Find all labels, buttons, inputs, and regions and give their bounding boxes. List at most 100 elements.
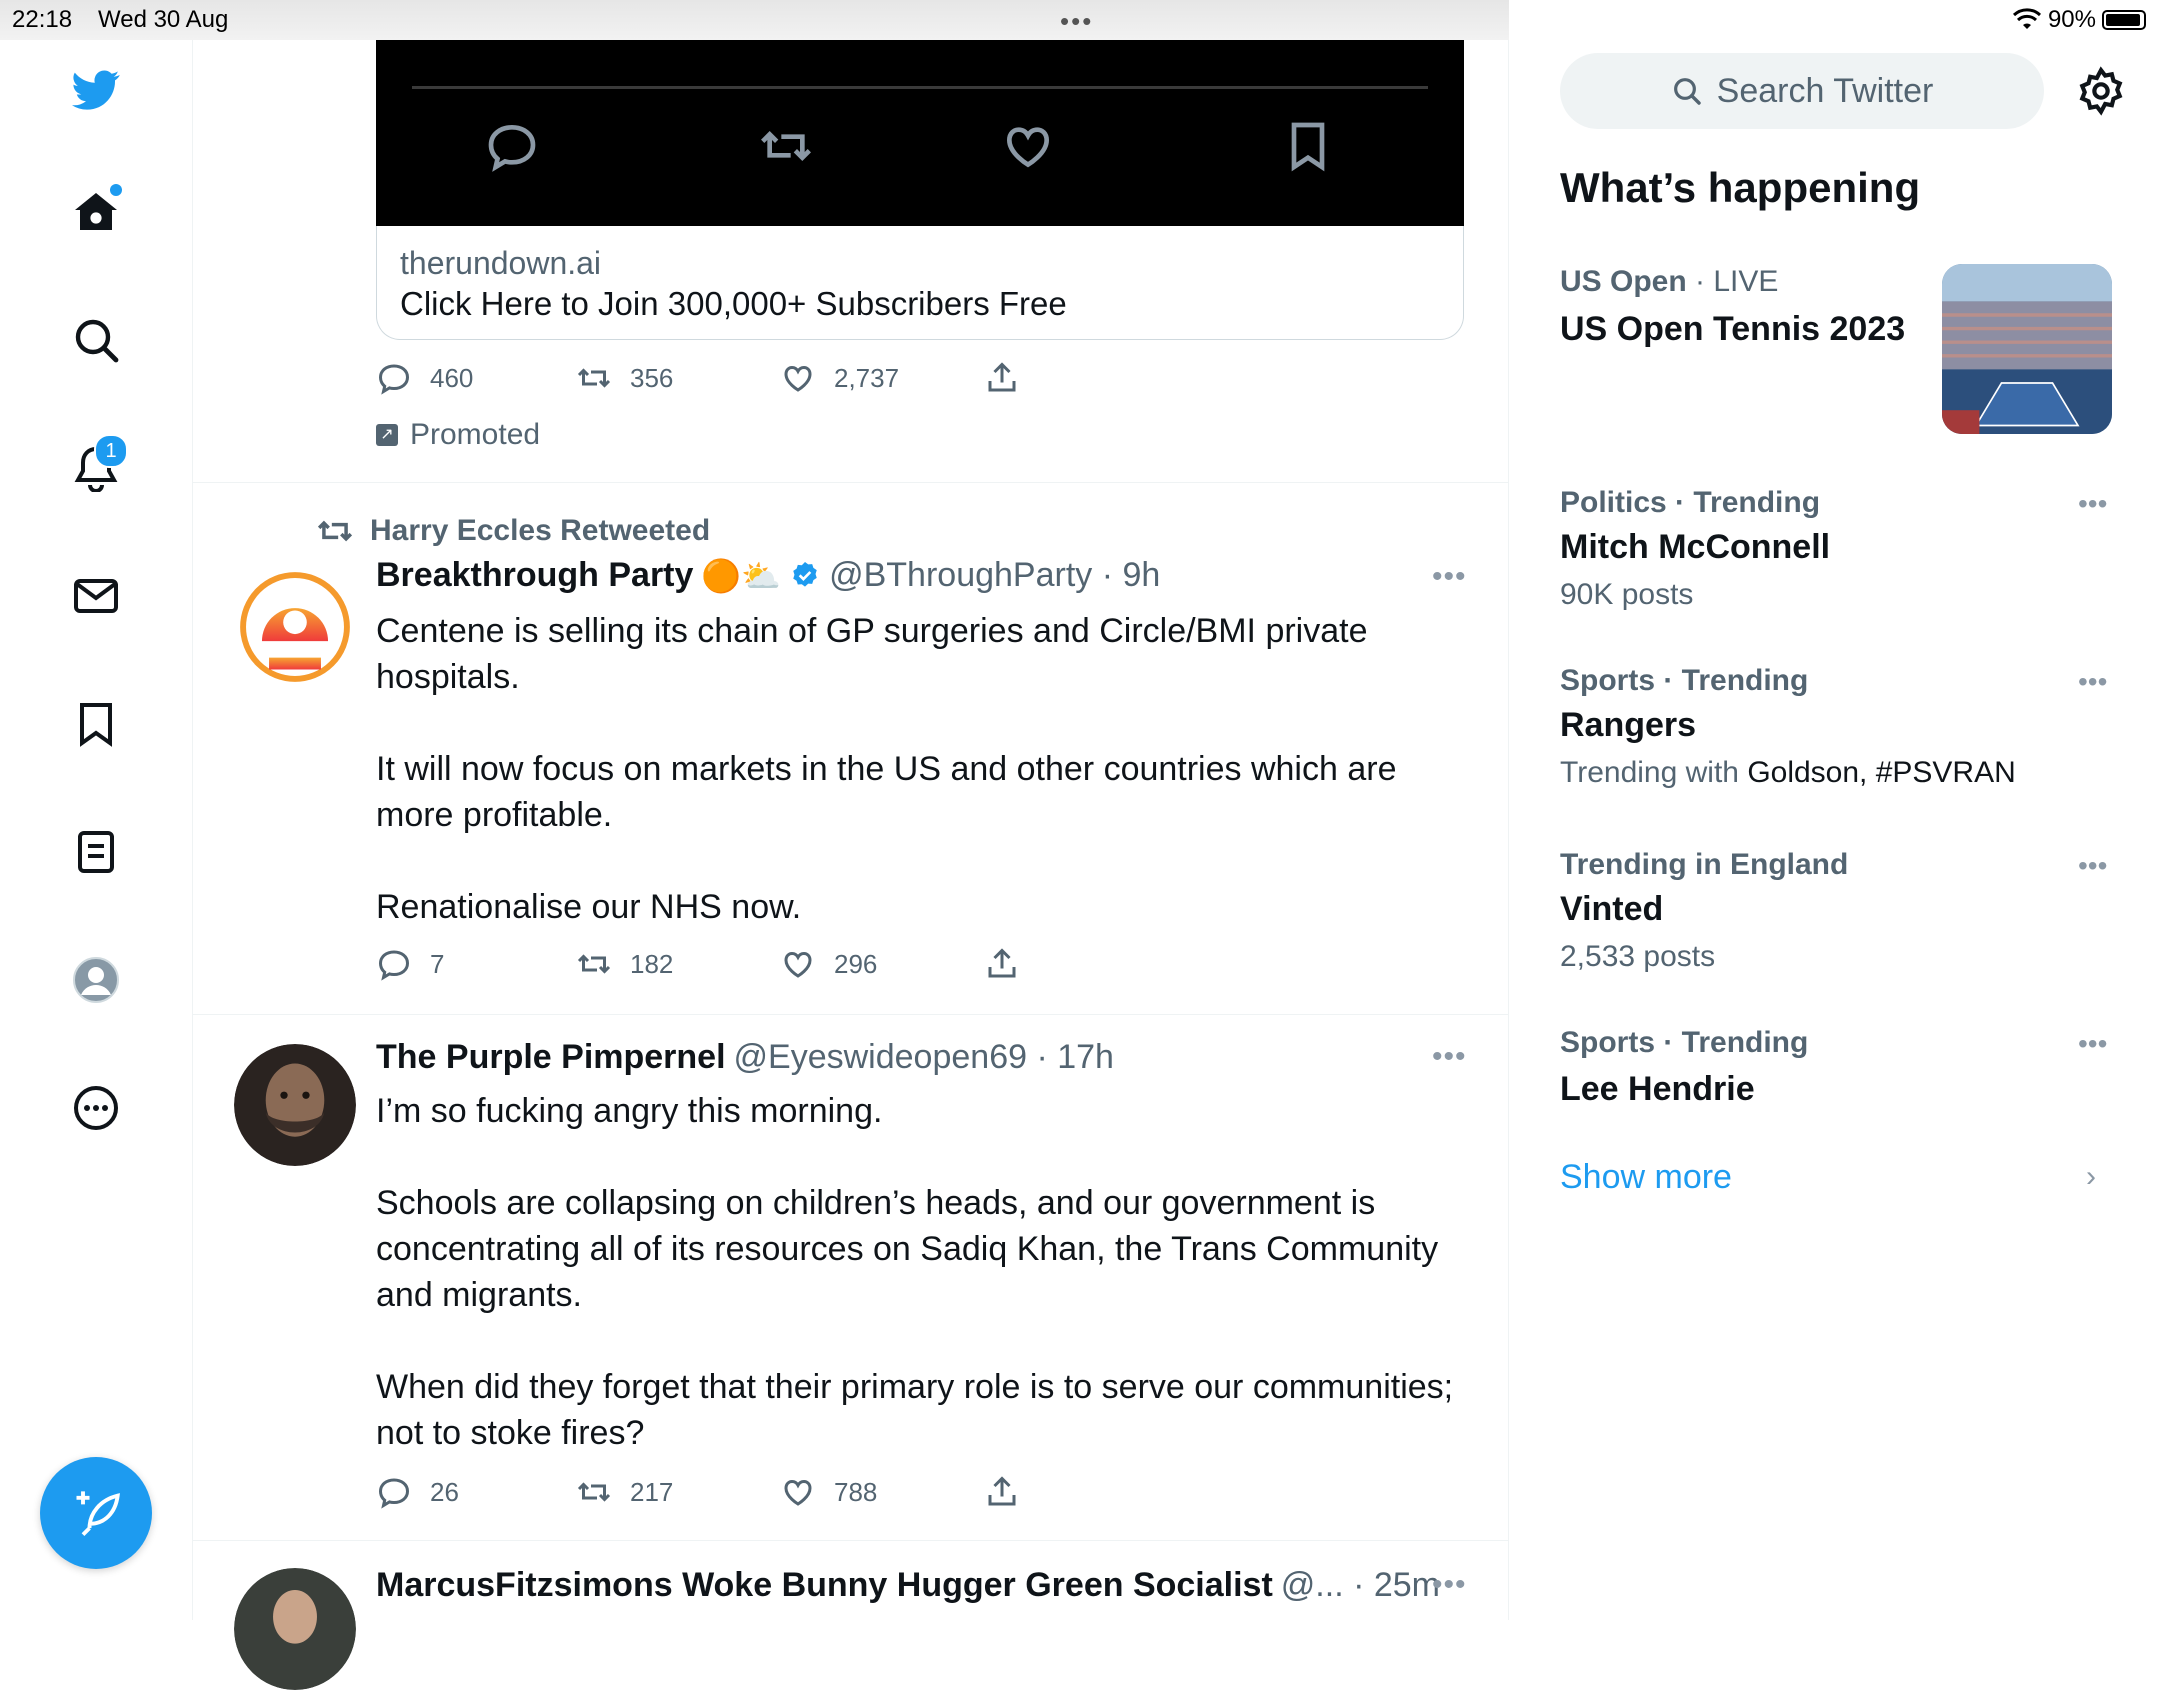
nav-explore[interactable] [60,304,132,376]
tweet-header: The Purple Pimpernel @Eyeswideopen69 · 1… [376,1038,1114,1077]
like-count: 2,737 [834,362,900,393]
share-button[interactable] [984,360,1020,396]
share-button[interactable] [984,946,1020,982]
nav-messages[interactable] [60,560,132,632]
trend-more-button[interactable]: ••• [2078,488,2107,520]
status-date: Wed 30 Aug [98,6,229,33]
sidebar-nav: 1 [0,40,192,1620]
sidebar-divider [1508,40,1509,1620]
compose-tweet-button[interactable] [40,1457,152,1569]
name-emojis: 🟠⛅ [701,557,782,594]
media-retweet-icon [761,131,811,161]
profile-avatar-icon [73,957,119,1003]
promoted-label: ↗ Promoted [376,418,540,452]
avatar[interactable] [234,1568,356,1690]
chevron-right-icon[interactable]: › [2086,1160,2096,1194]
like-button[interactable]: 2,737 [780,360,899,396]
status-indicators: 90% [2012,6,2146,34]
like-button[interactable]: 296 [780,946,877,982]
us-open-thumbnail[interactable] [1942,264,2112,434]
trend-live: · LIVE [1686,265,1779,298]
author-handle-time[interactable]: @BThroughParty · 9h [829,556,1160,595]
media-divider [412,86,1428,89]
heart-icon [784,951,812,978]
reply-button[interactable]: 7 [376,946,444,982]
multitask-dots-icon[interactable]: ••• [1060,6,1093,37]
list-icon [78,831,114,873]
gear-icon[interactable] [2076,66,2126,116]
twitter-logo-icon[interactable] [60,54,132,126]
nav-profile[interactable] [60,944,132,1016]
nav-lists[interactable] [60,816,132,888]
media-reply-icon [488,124,536,172]
trend-meta: Politics · Trending [1560,486,1820,520]
retweet-button[interactable]: 217 [576,1474,673,1510]
trend-vinted[interactable]: Vinted [1560,890,1663,929]
nav-divider [192,40,193,1620]
author-name[interactable]: The Purple Pimpernel [376,1038,726,1077]
author-handle-time[interactable]: @... · 25m [1281,1566,1440,1605]
reply-count: 26 [430,1476,459,1507]
media-bookmark-icon [1291,122,1325,172]
heart-icon [784,1479,812,1506]
retweet-icon [577,1482,611,1502]
retweet-context[interactable]: Harry Eccles Retweeted [316,512,710,550]
author-handle-time[interactable]: @Eyeswideopen69 · 17h [734,1038,1114,1077]
retweet-count: 182 [630,948,674,979]
breakthrough-logo-icon [236,568,354,686]
tweet-divider [193,482,1508,483]
nav-home[interactable] [60,176,132,248]
more-circle-icon [74,1086,118,1130]
nav-more[interactable] [60,1072,132,1144]
search-input[interactable]: Search Twitter [1560,53,2044,129]
reply-icon [378,1478,410,1509]
search-icon [75,319,119,363]
search-placeholder: Search Twitter [1716,71,1934,110]
heart-icon [784,365,812,392]
trend-more-button[interactable]: ••• [2078,850,2107,882]
tweet-divider [193,1014,1508,1015]
share-icon [988,1476,1016,1506]
card-domain: therundown.ai [400,245,602,281]
trend-more-button[interactable]: ••• [2078,1028,2107,1060]
feather-plus-icon [76,1491,120,1537]
share-button[interactable] [984,1474,1020,1510]
like-button[interactable]: 788 [780,1474,877,1510]
trend-mitch-mcconnell[interactable]: Mitch McConnell [1560,528,1830,567]
status-bar: 22:18 Wed 30 Aug ••• 90% [0,0,2160,40]
retweet-icon [577,368,611,388]
show-more-link[interactable]: Show more [1560,1158,1732,1197]
tweet-more-button[interactable]: ••• [1432,1568,1467,1602]
trend-rangers[interactable]: Rangers [1560,706,1696,745]
reply-button[interactable]: 26 [376,1474,459,1510]
trend-related-prefix: Trending with [1560,756,1748,789]
user-photo-icon [234,1044,356,1166]
promoted-text: Promoted [410,418,541,451]
trend-category: Sports · Trending [1560,1026,1809,1059]
trend-related: Trending with Goldson, #PSVRAN [1560,756,2016,790]
nav-bookmarks[interactable] [60,688,132,760]
retweeted-by-text: Harry Eccles Retweeted [370,514,711,547]
search-icon [1673,78,1701,105]
trend-category: Politics · Trending [1560,486,1821,519]
retweet-button[interactable]: 182 [576,946,673,982]
reply-button[interactable]: 460 [376,360,473,396]
card-title[interactable]: Click Here to Join 300,000+ Subscribers … [400,285,1067,323]
tweet-more-button[interactable]: ••• [1432,560,1467,594]
nav-notifications[interactable]: 1 [60,432,132,504]
trend-related-terms[interactable]: Goldson, #PSVRAN [1747,756,2015,789]
bookmark-icon [80,703,112,747]
stadium-image-icon [1942,264,2112,434]
trend-more-button[interactable]: ••• [2078,666,2107,698]
author-name[interactable]: MarcusFitzsimons Woke Bunny Hugger Green… [376,1566,1273,1605]
whats-happening-title: What’s happening [1560,164,1921,211]
trend-lee-hendrie[interactable]: Lee Hendrie [1560,1070,1755,1109]
trend-post-count: 2,533 posts [1560,940,1716,973]
trend-us-open[interactable]: US Open Tennis 2023 [1560,310,1905,349]
avatar[interactable] [234,1044,356,1166]
retweet-button[interactable]: 356 [576,360,673,396]
avatar[interactable] [236,568,354,686]
trend-meta: US Open · LIVE [1560,265,1778,299]
author-name[interactable]: Breakthrough Party [376,556,693,595]
tweet-more-button[interactable]: ••• [1432,1040,1467,1074]
